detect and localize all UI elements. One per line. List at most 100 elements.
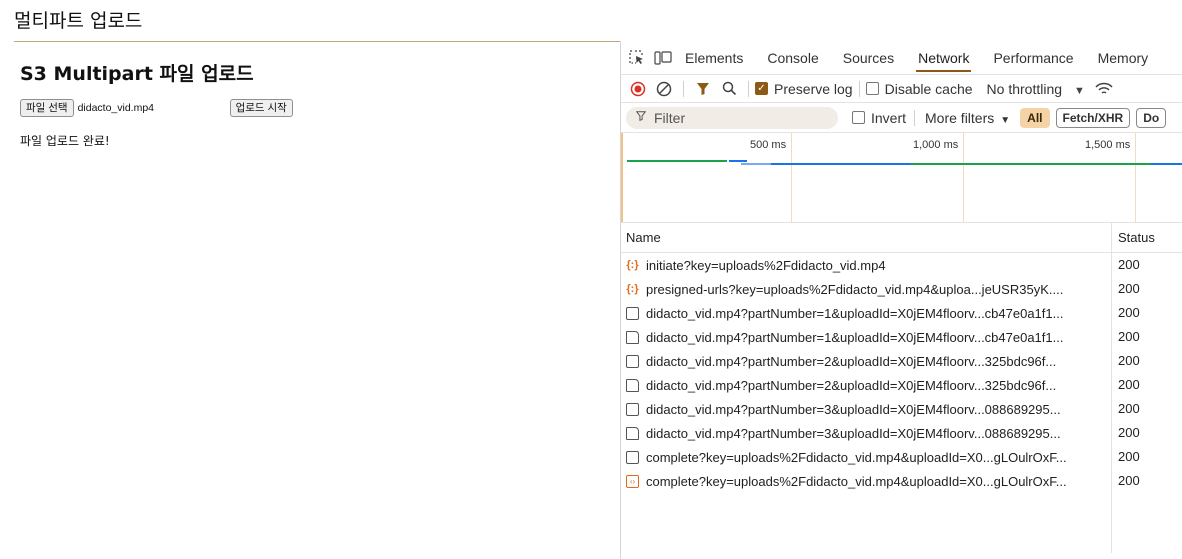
request-status: 200	[1111, 469, 1140, 493]
document-icon	[626, 378, 639, 392]
filter-type-doc[interactable]: Do	[1136, 107, 1167, 128]
column-header-status[interactable]: Status	[1111, 222, 1155, 253]
page-title: S3 Multipart 파일 업로드	[20, 63, 254, 85]
invert-label: Invert	[871, 109, 907, 126]
search-icon[interactable]	[716, 76, 742, 102]
timeline-tick-label: 500 ms	[750, 139, 787, 151]
column-header-name[interactable]: Name	[621, 230, 1111, 245]
waterfall-bar	[729, 160, 747, 162]
preserve-log-label: Preserve log	[774, 80, 853, 97]
timeline-tick-label: 1,000 ms	[913, 139, 959, 151]
preserve-log-checkbox[interactable]: ✓ Preserve log	[755, 81, 853, 97]
request-status: 200	[1111, 421, 1140, 445]
more-filters-dropdown[interactable]: More filters ▼	[925, 110, 1010, 126]
filter-input[interactable]: Filter	[626, 106, 838, 129]
file-upload-row: 파일 선택 didacto_vid.mp4 업로드 시작	[20, 99, 293, 117]
table-row[interactable]: didacto_vid.mp4?partNumber=1&uploadId=X0…	[621, 301, 1182, 325]
table-row[interactable]: didacto_vid.mp4?partNumber=3&uploadId=X0…	[621, 421, 1182, 445]
throttling-value: No throttling	[986, 80, 1063, 97]
request-status: 200	[1111, 277, 1140, 301]
request-name-cell: {:} initiate?key=uploads%2Fdidacto_vid.mp…	[621, 258, 1111, 273]
tab-elements[interactable]: Elements	[673, 41, 755, 75]
disable-cache-checkbox[interactable]: Disable cache	[865, 80, 973, 97]
throttling-select[interactable]: No throttling ▼	[987, 81, 1085, 97]
waterfall-bar	[911, 163, 1151, 165]
tab-console[interactable]: Console	[755, 41, 830, 75]
request-table-header: Name Status	[621, 222, 1182, 253]
request-name-cell: didacto_vid.mp4?partNumber=2&uploadId=X0…	[621, 378, 1111, 393]
table-row[interactable]: didacto_vid.mp4?partNumber=3&uploadId=X0…	[621, 397, 1182, 421]
devtools-panel: Elements Console Sources Network Perform…	[620, 41, 1182, 559]
toolbar-separator	[858, 80, 860, 97]
waterfall-bar	[1151, 163, 1182, 165]
request-name: didacto_vid.mp4?partNumber=2&uploadId=X0…	[646, 353, 1057, 369]
table-row[interactable]: didacto_vid.mp4?partNumber=2&uploadId=X0…	[621, 373, 1182, 397]
table-row[interactable]: didacto_vid.mp4?partNumber=1&uploadId=X0…	[621, 325, 1182, 349]
request-name: didacto_vid.mp4?partNumber=3&uploadId=X0…	[646, 425, 1061, 441]
table-row[interactable]: {:} presigned-urls?key=uploads%2Fdidacto_…	[621, 277, 1182, 301]
table-row[interactable]: complete?key=uploads%2Fdidacto_vid.mp4&u…	[621, 445, 1182, 469]
request-status: 200	[1111, 253, 1140, 277]
tab-network[interactable]: Network	[906, 41, 981, 75]
request-status: 200	[1111, 397, 1140, 421]
devtools-tabbar: Elements Console Sources Network Perform…	[621, 41, 1182, 75]
overview-range-handle	[621, 133, 623, 222]
request-name: presigned-urls?key=uploads%2Fdidacto_vid…	[646, 281, 1064, 297]
timeline-gridline	[791, 133, 792, 222]
timeline-tick-label: 1,500 ms	[1085, 139, 1131, 151]
tab-memory[interactable]: Memory	[1086, 41, 1161, 75]
network-conditions-icon[interactable]	[1091, 76, 1117, 102]
window-title: 멀티파트 업로드	[14, 10, 143, 32]
timeline-gridline	[963, 133, 964, 222]
request-name-cell: ‹› complete?key=uploads%2Fdidacto_vid.mp4…	[621, 474, 1111, 489]
filter-placeholder: Filter	[654, 109, 686, 126]
tab-performance[interactable]: Performance	[981, 41, 1085, 75]
fetch-request-icon: ‹›	[626, 474, 639, 488]
clear-icon[interactable]	[651, 76, 677, 102]
request-name: didacto_vid.mp4?partNumber=2&uploadId=X0…	[646, 377, 1057, 393]
request-name-cell: didacto_vid.mp4?partNumber=2&uploadId=X0…	[621, 354, 1111, 369]
document-icon	[626, 330, 639, 344]
network-filter-bar: Filter Invert More filters ▼ All Fetch/XH…	[621, 103, 1182, 133]
filter-funnel-icon	[635, 111, 647, 124]
checkbox-unchecked-icon	[865, 82, 879, 95]
request-name-cell: didacto_vid.mp4?partNumber=1&uploadId=X0…	[621, 306, 1111, 321]
filter-type-fetch-xhr[interactable]: Fetch/XHR	[1055, 107, 1131, 128]
upload-status-text: 파일 업로드 완료!	[20, 134, 110, 148]
request-icon	[626, 450, 639, 464]
invert-checkbox[interactable]: Invert	[852, 110, 906, 126]
tab-sources[interactable]: Sources	[831, 41, 906, 75]
request-name: didacto_vid.mp4?partNumber=1&uploadId=X0…	[646, 305, 1064, 321]
table-row[interactable]: ‹› complete?key=uploads%2Fdidacto_vid.mp4…	[621, 469, 1182, 493]
document-icon	[626, 426, 639, 440]
request-name-cell: complete?key=uploads%2Fdidacto_vid.mp4&u…	[621, 450, 1111, 465]
request-status: 200	[1111, 325, 1140, 349]
checkbox-checked-icon: ✓	[755, 82, 768, 95]
filter-funnel-icon[interactable]	[690, 76, 716, 102]
toolbar-separator	[748, 80, 749, 97]
network-overview-timeline[interactable]: 500 ms 1,000 ms 1,500 ms	[621, 133, 1182, 223]
request-list: {:} initiate?key=uploads%2Fdidacto_vid.mp…	[621, 253, 1182, 553]
title-divider	[14, 41, 620, 42]
start-upload-button[interactable]: 업로드 시작	[229, 99, 293, 117]
stop-recording-icon[interactable]	[625, 76, 651, 102]
selected-file-name: didacto_vid.mp4	[77, 102, 155, 114]
waterfall-bar	[627, 160, 727, 162]
table-row[interactable]: {:} initiate?key=uploads%2Fdidacto_vid.mp…	[621, 253, 1182, 277]
device-toolbar-icon[interactable]	[653, 48, 673, 68]
network-toolbar: ✓ Preserve log Disable cache No throttli…	[621, 75, 1182, 103]
inspect-element-icon[interactable]	[627, 48, 647, 68]
request-status: 200	[1111, 349, 1140, 373]
caret-down-icon: ▼	[1000, 114, 1011, 126]
disable-cache-label: Disable cache	[884, 80, 973, 97]
request-status: 200	[1111, 445, 1140, 469]
xhr-request-icon: {:}	[626, 259, 639, 271]
filter-type-all[interactable]: All	[1020, 107, 1050, 128]
request-status: 200	[1111, 373, 1140, 397]
request-name: initiate?key=uploads%2Fdidacto_vid.mp4	[646, 257, 886, 273]
request-icon	[626, 354, 639, 368]
request-icon	[626, 306, 639, 320]
choose-file-button[interactable]: 파일 선택	[20, 99, 74, 117]
waterfall-bar	[771, 163, 911, 165]
table-row[interactable]: didacto_vid.mp4?partNumber=2&uploadId=X0…	[621, 349, 1182, 373]
